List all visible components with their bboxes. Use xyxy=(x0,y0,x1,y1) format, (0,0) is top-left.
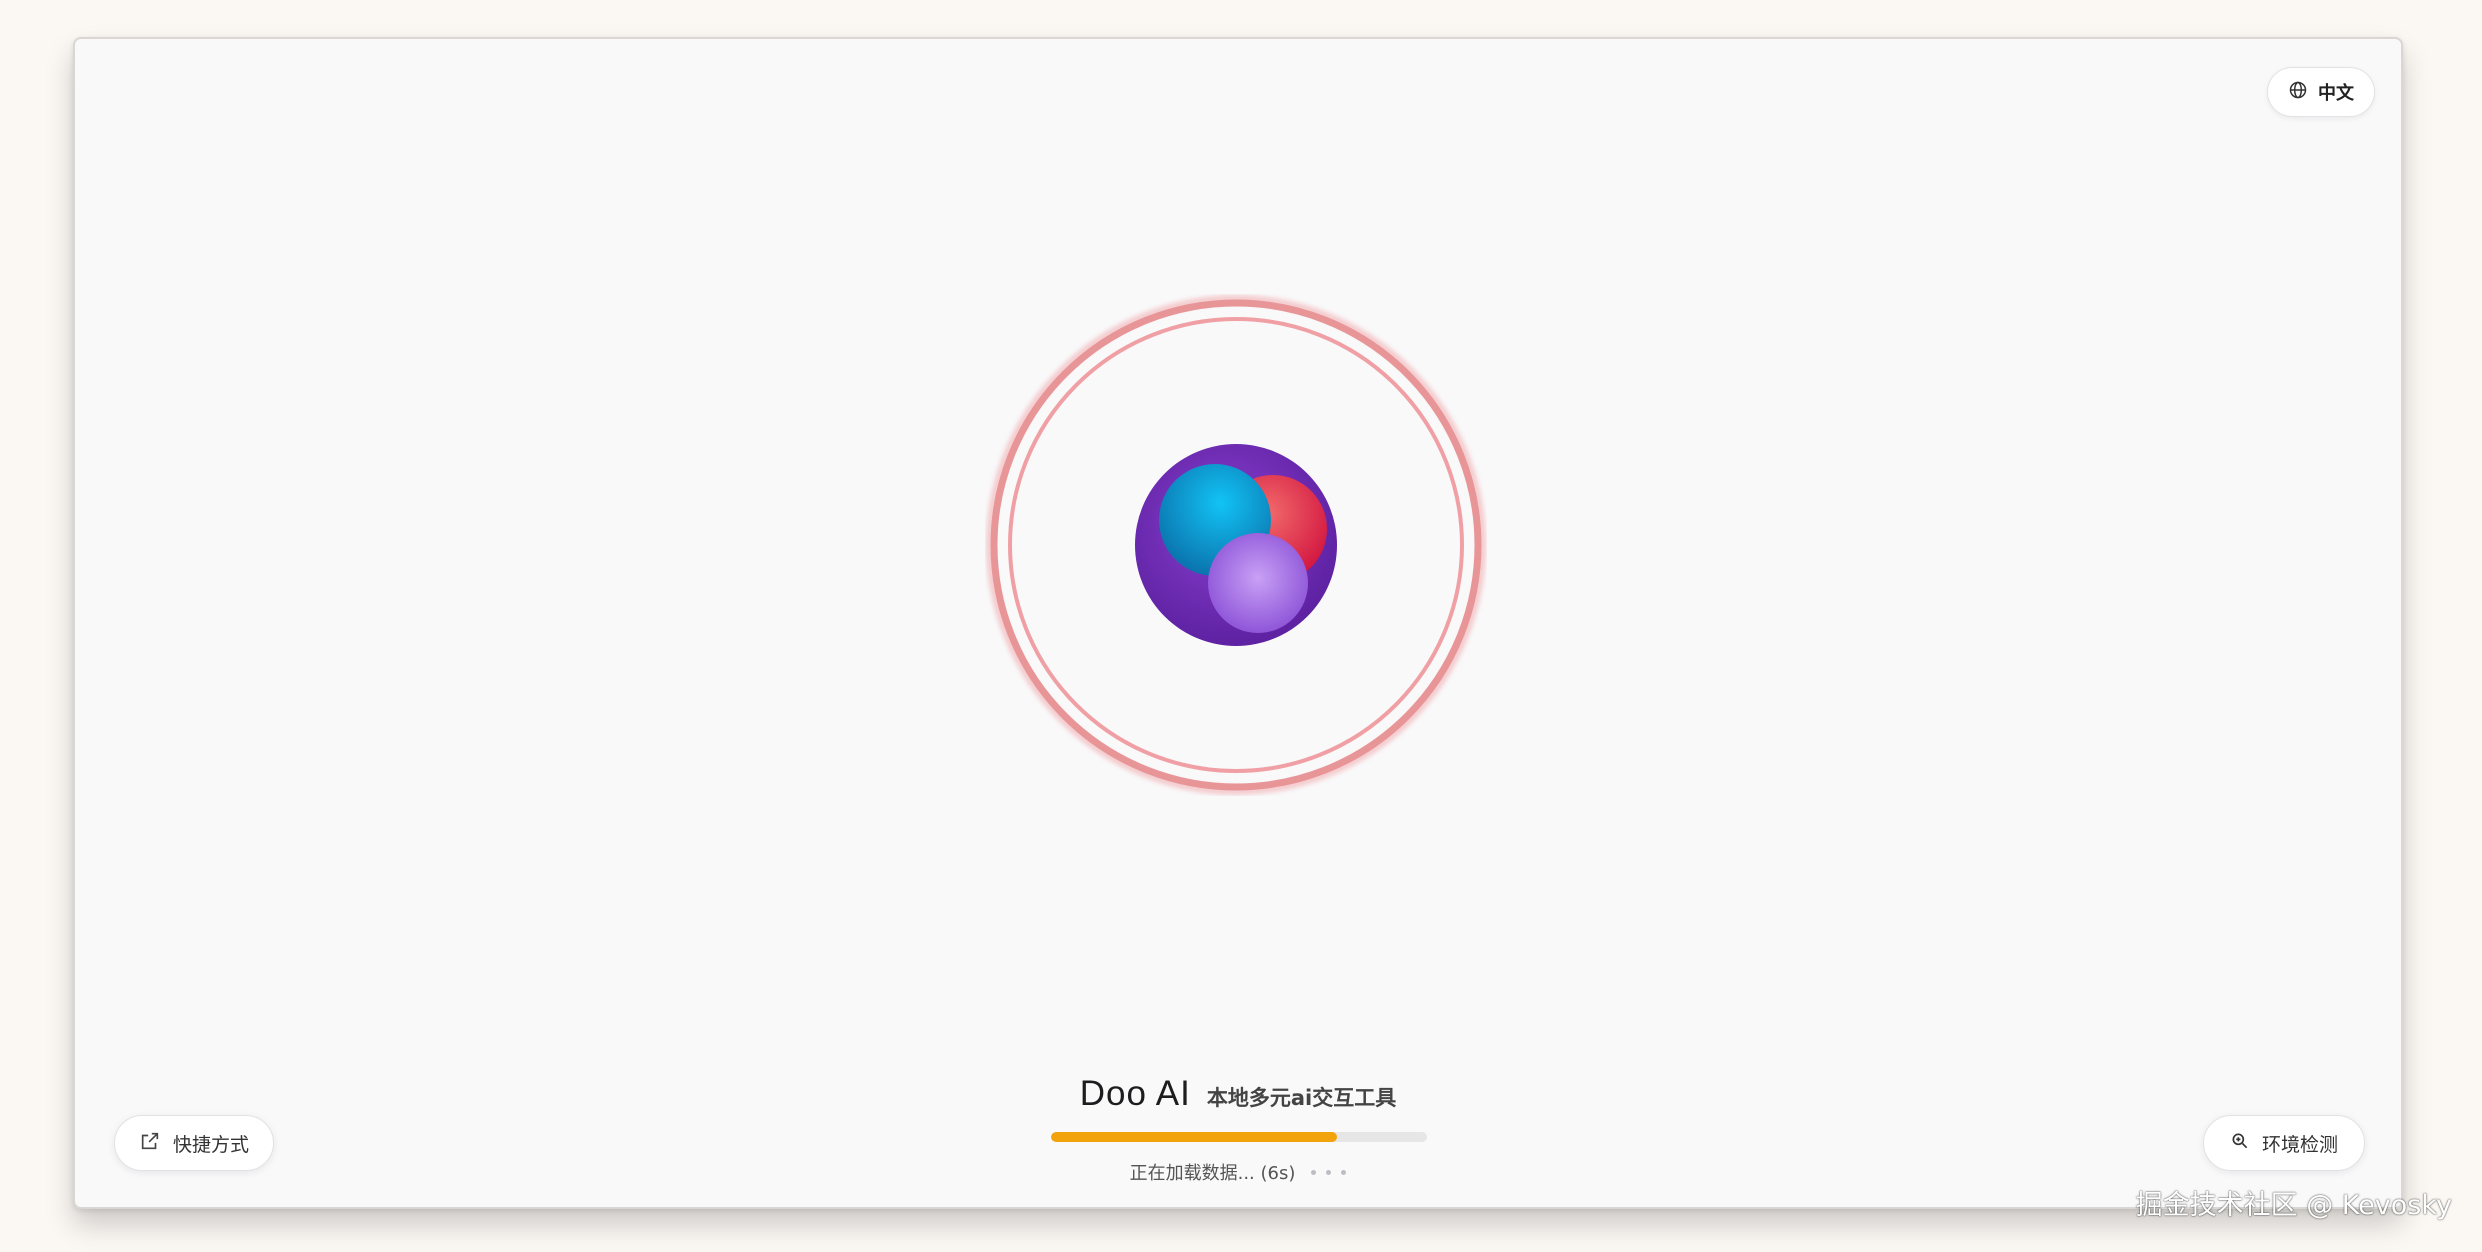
dot xyxy=(1326,1169,1332,1175)
dot xyxy=(1341,1169,1347,1175)
loading-status: 正在加载数据... (6s) xyxy=(75,1159,2401,1185)
status-text: 正在加载数据... (6s) xyxy=(1129,1163,1296,1184)
shortcut-label: 快捷方式 xyxy=(173,1133,250,1156)
dot xyxy=(1311,1169,1317,1175)
globe-icon xyxy=(2288,80,2308,105)
external-link-icon xyxy=(139,1130,161,1157)
language-toggle[interactable]: 中文 xyxy=(2267,67,2375,117)
app-window: 中文 Doo AI 本地多元ai交互工具 正在加载数据... (6s) 快捷方式… xyxy=(73,37,2403,1209)
progress-bar xyxy=(1051,1132,1427,1142)
progress-fill xyxy=(1051,1132,1337,1142)
shortcut-button[interactable]: 快捷方式 xyxy=(114,1115,275,1171)
env-check-label: 环境检测 xyxy=(2261,1133,2338,1156)
app-subtitle: 本地多元ai交互工具 xyxy=(1206,1086,1397,1110)
loading-spinner xyxy=(985,294,1487,796)
search-zoom-icon xyxy=(2230,1131,2250,1156)
env-check-button[interactable]: 环境检测 xyxy=(2202,1115,2365,1171)
language-label: 中文 xyxy=(2318,83,2354,104)
loading-dots xyxy=(1311,1169,1347,1175)
orb-purple xyxy=(1208,533,1308,633)
watermark: 掘金技术社区 @ Kevosky xyxy=(2135,1190,2452,1221)
app-name: Doo AI xyxy=(1079,1074,1191,1113)
title-row: Doo AI 本地多元ai交互工具 xyxy=(75,1074,2401,1114)
